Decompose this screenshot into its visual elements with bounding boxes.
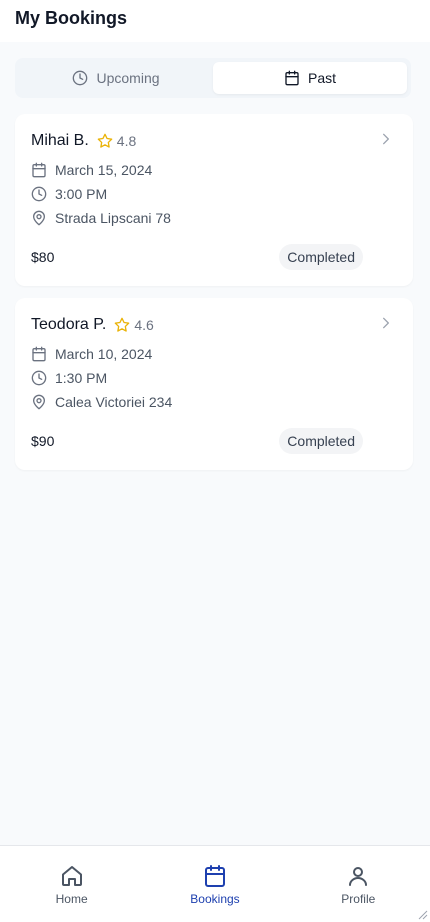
provider-name: Teodora P. xyxy=(31,316,107,333)
nav-item-profile[interactable]: Profile xyxy=(308,864,408,906)
nav-label: Profile xyxy=(341,892,376,906)
nav-label: Home xyxy=(55,892,88,906)
booking-address: Calea Victoriei 234 xyxy=(31,394,397,410)
header: My Bookings xyxy=(0,0,430,42)
booking-time-text: 1:30 PM xyxy=(55,370,108,386)
booking-card[interactable]: Teodora P. 4.6 March 10, 2024 1:30 PM Ca… xyxy=(15,298,413,470)
user-icon xyxy=(349,867,368,886)
status-badge: Completed xyxy=(279,428,363,454)
booking-address-text: Strada Lipscani 78 xyxy=(55,210,171,226)
nav-item-home[interactable]: Home xyxy=(22,864,122,906)
provider-rating: 4.8 xyxy=(97,133,136,149)
tab-past[interactable]: Past xyxy=(213,62,407,94)
star-icon xyxy=(114,317,130,332)
clock-icon xyxy=(73,70,88,86)
booking-card[interactable]: Mihai B. 4.8 March 15, 2024 3:00 PM Stra… xyxy=(15,114,413,286)
booking-card-header: Teodora P. 4.6 xyxy=(31,316,397,334)
calendar-icon xyxy=(32,162,46,178)
nav-label: Bookings xyxy=(190,892,240,906)
booking-address-text: Calea Victoriei 234 xyxy=(55,394,173,410)
booking-date: March 15, 2024 xyxy=(31,162,397,178)
provider-rating: 4.6 xyxy=(114,317,154,333)
bottom-nav: Home Bookings Profile xyxy=(0,845,430,922)
booking-date-text: March 10, 2024 xyxy=(55,346,153,362)
page-title: My Bookings xyxy=(15,8,128,28)
clock-icon xyxy=(31,370,47,386)
status-badge: Completed xyxy=(279,244,363,270)
calendar-icon xyxy=(285,70,299,86)
map-pin-icon xyxy=(33,394,45,410)
booking-time-text: 3:00 PM xyxy=(55,186,108,202)
resize-grip-icon[interactable] xyxy=(418,910,428,920)
booking-time: 1:30 PM xyxy=(31,370,397,386)
booking-date-text: March 15, 2024 xyxy=(55,162,153,178)
booking-price: $90 xyxy=(31,433,55,449)
booking-address: Strada Lipscani 78 xyxy=(31,210,397,226)
chevron-right-icon[interactable] xyxy=(379,316,393,330)
booking-card-footer: $80 Completed xyxy=(31,244,363,270)
chevron-right-icon[interactable] xyxy=(379,132,393,146)
rating-value: 4.6 xyxy=(134,317,154,333)
booking-details: March 15, 2024 3:00 PM Strada Lipscani 7… xyxy=(31,162,397,226)
calendar-icon xyxy=(204,865,225,887)
nav-item-bookings[interactable]: Bookings xyxy=(165,864,265,906)
clock-icon xyxy=(31,186,47,202)
tab-label: Upcoming xyxy=(96,70,160,86)
star-icon xyxy=(97,133,113,148)
app-root: My Bookings Upcoming Past Mihai B. 4.8 M… xyxy=(0,0,430,922)
booking-date: March 10, 2024 xyxy=(31,346,397,362)
booking-card-footer: $90 Completed xyxy=(31,428,363,454)
home-icon xyxy=(61,866,82,886)
calendar-icon xyxy=(32,346,46,362)
map-pin-icon xyxy=(33,210,45,226)
rating-value: 4.8 xyxy=(116,133,137,149)
booking-card-header: Mihai B. 4.8 xyxy=(31,132,397,150)
booking-price: $80 xyxy=(31,249,55,265)
booking-time: 3:00 PM xyxy=(31,186,397,202)
tab-label: Past xyxy=(307,70,336,86)
booking-details: March 10, 2024 1:30 PM Calea Victoriei 2… xyxy=(31,346,397,410)
tab-upcoming[interactable]: Upcoming xyxy=(19,62,213,94)
booking-tabs: Upcoming Past xyxy=(15,58,411,98)
provider-name: Mihai B. xyxy=(31,132,89,149)
